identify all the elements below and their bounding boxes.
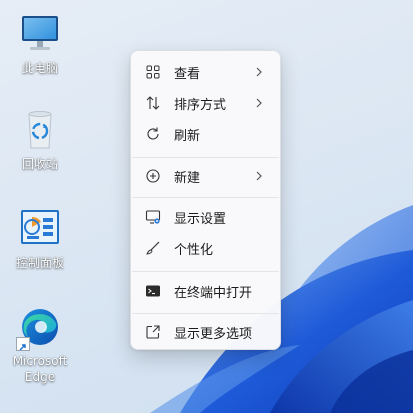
display-settings-icon bbox=[145, 209, 161, 225]
desktop-icon-recycle-bin[interactable]: 回收站 bbox=[8, 108, 72, 172]
desktop-icon-control-panel[interactable]: 控制面板 bbox=[8, 207, 72, 271]
menu-item-label: 排序方式 bbox=[174, 97, 227, 113]
menu-item-label: 新建 bbox=[174, 170, 201, 186]
menu-item-sort-by[interactable]: 排序方式 bbox=[137, 88, 274, 118]
menu-item-personalize[interactable]: 个性化 bbox=[137, 233, 274, 263]
desktop-icon-this-pc[interactable]: 此电脑 bbox=[8, 12, 72, 76]
menu-item-refresh[interactable]: 刷新 bbox=[137, 119, 274, 149]
menu-item-label: 显示设置 bbox=[174, 211, 227, 227]
menu-item-display-settings[interactable]: 显示设置 bbox=[137, 202, 274, 232]
computer-icon bbox=[18, 12, 62, 56]
menu-separator bbox=[132, 313, 279, 314]
terminal-icon bbox=[145, 283, 161, 299]
edge-icon bbox=[16, 305, 62, 351]
menu-separator bbox=[132, 271, 279, 272]
desktop[interactable]: 此电脑 回收站 控制面板 Microsoft Edge 查看 排序方式 刷新 新… bbox=[0, 0, 413, 413]
brush-icon bbox=[145, 240, 161, 256]
chevron-right-icon bbox=[254, 98, 264, 108]
menu-item-view[interactable]: 查看 bbox=[137, 57, 274, 87]
desktop-icon-label: 此电脑 bbox=[21, 61, 58, 75]
chevron-right-icon bbox=[254, 171, 264, 181]
grid-icon bbox=[145, 64, 161, 80]
chevron-right-icon bbox=[254, 67, 264, 77]
refresh-icon bbox=[145, 126, 161, 142]
menu-item-new[interactable]: 新建 bbox=[137, 161, 274, 191]
desktop-icon-label: 控制面板 bbox=[15, 256, 64, 270]
control-panel-icon bbox=[18, 207, 62, 251]
desktop-icon-label: Microsoft Edge bbox=[12, 354, 68, 384]
menu-item-label: 刷新 bbox=[174, 128, 201, 144]
menu-separator bbox=[132, 197, 279, 198]
menu-item-show-more-options[interactable]: 显示更多选项 bbox=[137, 317, 274, 347]
shortcut-arrow-icon bbox=[16, 337, 30, 351]
sort-icon bbox=[145, 95, 161, 111]
menu-item-label: 在终端中打开 bbox=[174, 285, 253, 301]
desktop-context-menu: 查看 排序方式 刷新 新建 显示设置 个性化 在终端中打开 显示更多选项 bbox=[130, 50, 281, 350]
add-circle-icon bbox=[145, 168, 161, 184]
recycle-bin-icon bbox=[18, 108, 62, 152]
menu-item-label: 显示更多选项 bbox=[174, 326, 253, 342]
menu-item-open-in-terminal[interactable]: 在终端中打开 bbox=[137, 276, 274, 306]
menu-item-label: 查看 bbox=[174, 66, 201, 82]
desktop-icon-microsoft-edge[interactable]: Microsoft Edge bbox=[8, 305, 72, 385]
share-external-icon bbox=[145, 324, 161, 340]
menu-separator bbox=[132, 157, 279, 158]
menu-item-label: 个性化 bbox=[174, 242, 214, 258]
desktop-icon-label: 回收站 bbox=[21, 157, 58, 171]
